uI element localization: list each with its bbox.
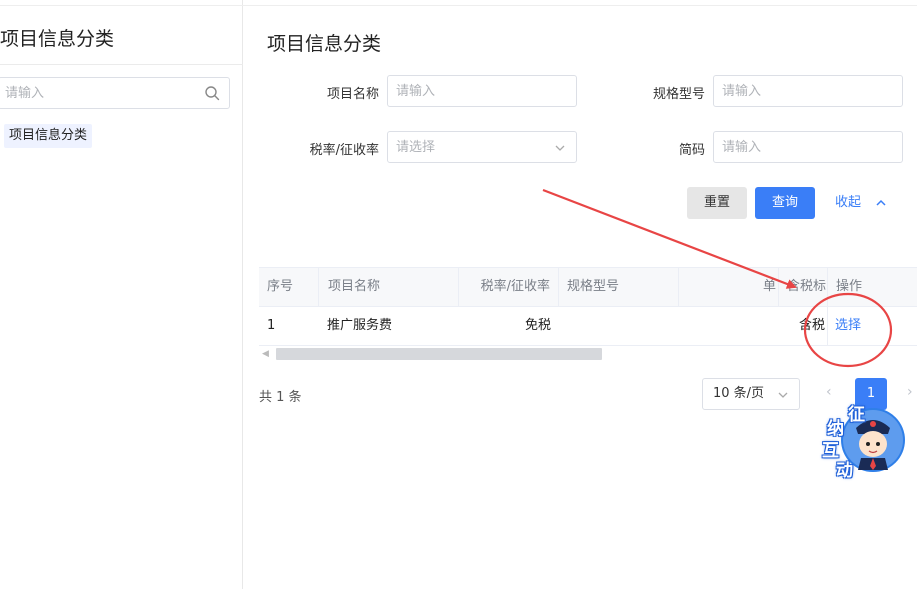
cell-tax-included: 含税: [798, 318, 825, 333]
total-count: 共 1 条: [259, 390, 302, 405]
sidebar-divider: [0, 64, 243, 65]
mascot-char-1: 征: [848, 405, 865, 425]
header-tax-rate: 税率/征收率: [458, 268, 558, 306]
item-name-input[interactable]: [388, 76, 576, 106]
spec-field: [713, 75, 903, 107]
query-button[interactable]: 查询: [755, 187, 815, 219]
cell-index: 1: [267, 318, 276, 333]
main-top-border: [243, 0, 917, 6]
table-header: 序号 项目名称 税率/征收率 规格型号 单 含税标 操作: [259, 267, 917, 307]
tree-item-category[interactable]: 项目信息分类: [4, 124, 93, 148]
tax-rate-label: 税率/征收率: [309, 143, 379, 158]
cell-item-name: 推广服务费: [327, 318, 393, 333]
sidebar-title: 项目信息分类: [0, 28, 115, 50]
main-panel: 项目信息分类 项目名称 规格型号 税率/征收率 简码 重置 查询 收起: [243, 0, 917, 589]
next-page-button[interactable]: ›: [907, 384, 913, 400]
chevron-down-icon: [778, 392, 788, 398]
collapse-button[interactable]: 收起: [835, 187, 887, 219]
page-size-select[interactable]: 10 条/页: [702, 378, 800, 410]
search-icon[interactable]: [204, 85, 220, 101]
chevron-down-icon: [555, 145, 565, 151]
sidebar-top-border: [0, 0, 243, 6]
assistant-mascot[interactable]: 征 纳 互 动: [818, 400, 910, 481]
page-size-value: 10 条/页: [713, 386, 765, 401]
header-spec: 规格型号: [558, 268, 678, 306]
prev-page-button[interactable]: ‹: [826, 384, 832, 400]
header-tax-included: 含税标: [778, 268, 827, 306]
mascot-char-4: 动: [836, 461, 853, 481]
page-title: 项目信息分类: [267, 33, 382, 55]
header-item-name: 项目名称: [318, 268, 458, 306]
short-code-field: [713, 131, 903, 163]
header-unit: 单: [678, 268, 778, 306]
table-horizontal-scrollbar[interactable]: ◀: [259, 347, 917, 361]
tax-rate-input[interactable]: [388, 132, 576, 162]
tax-rate-select[interactable]: [387, 131, 577, 163]
table-row: 1 推广服务费 免税 含税 选择: [259, 307, 917, 346]
sidebar-search-box: [0, 77, 230, 109]
spec-label: 规格型号: [652, 87, 705, 102]
category-sidebar: 项目信息分类 项目信息分类: [0, 0, 243, 589]
reset-button[interactable]: 重置: [687, 187, 747, 219]
item-name-label: 项目名称: [326, 87, 379, 102]
scrollbar-thumb[interactable]: [276, 348, 602, 360]
cell-tax-rate: 免税: [524, 318, 551, 333]
header-index: 序号: [267, 279, 294, 294]
fixed-action-column: [827, 267, 917, 346]
short-code-label: 简码: [678, 143, 705, 158]
item-name-field: [387, 75, 577, 107]
spec-input[interactable]: [714, 76, 902, 106]
chevron-up-icon: [876, 199, 886, 206]
scroll-left-icon[interactable]: ◀: [262, 349, 269, 359]
short-code-input[interactable]: [714, 132, 902, 162]
sidebar-search-input[interactable]: [0, 78, 189, 108]
collapse-label: 收起: [835, 195, 862, 210]
